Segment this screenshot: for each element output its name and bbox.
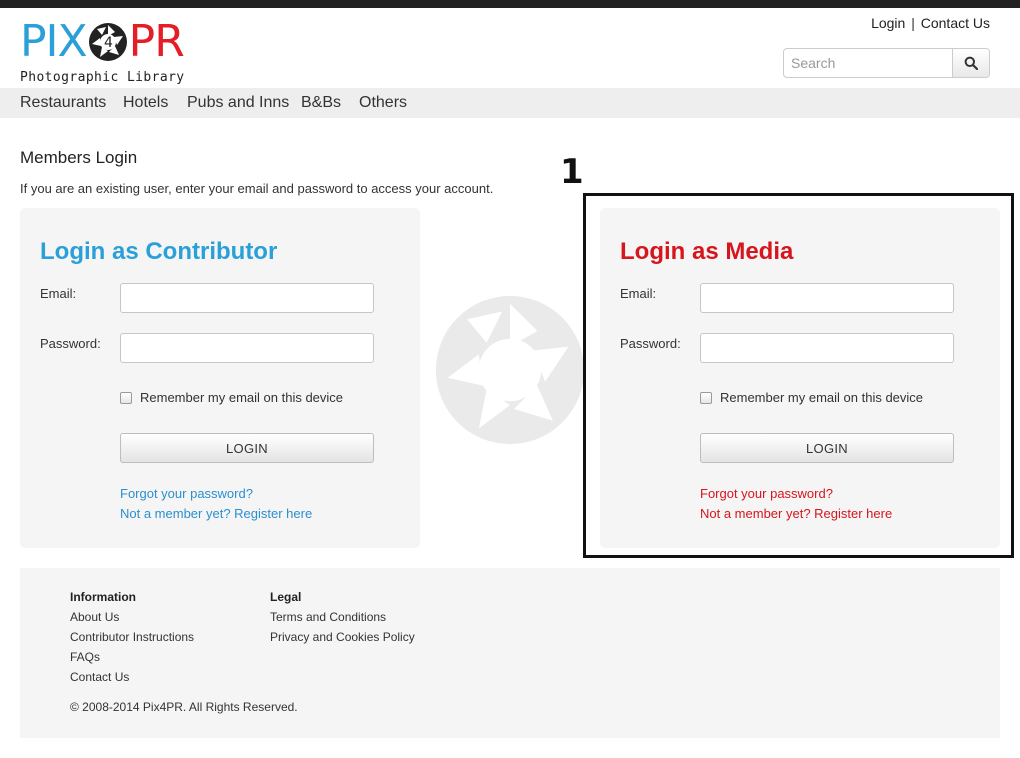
search-icon — [964, 56, 978, 70]
logo-text-pr: PR — [128, 16, 185, 67]
nav-item-restaurants[interactable]: Restaurants — [20, 94, 106, 112]
footer-link-contact-us[interactable]: Contact Us — [70, 670, 194, 690]
footer-information-heading: Information — [70, 590, 136, 604]
site-logo[interactable]: PIX 4 PR Photographic Library — [20, 16, 210, 88]
intro-text: If you are an existing user, enter your … — [20, 181, 494, 196]
aperture-icon: 4 — [88, 23, 127, 61]
contributor-email-label: Email: — [40, 286, 77, 301]
search-box — [783, 48, 990, 78]
footer-legal-heading: Legal — [270, 590, 302, 604]
nav-item-others[interactable]: Others — [359, 94, 407, 112]
footer-link-about-us[interactable]: About Us — [70, 610, 194, 630]
aperture-watermark-icon — [435, 295, 585, 445]
contributor-register-link[interactable]: Not a member yet? Register here — [120, 506, 312, 521]
contributor-forgot-password-link[interactable]: Forgot your password? — [120, 486, 253, 501]
footer: Information About Us Contributor Instruc… — [20, 568, 1000, 738]
footer-copyright: © 2008-2014 Pix4PR. All Rights Reserved. — [70, 700, 298, 714]
logo-digit: 4 — [104, 35, 113, 51]
login-link[interactable]: Login — [871, 15, 905, 31]
annotation-highlight-box — [583, 193, 1014, 558]
footer-link-terms[interactable]: Terms and Conditions — [270, 610, 415, 630]
contributor-login-button[interactable]: LOGIN — [120, 433, 374, 463]
contributor-password-field[interactable] — [120, 333, 374, 363]
contributor-login-panel: Login as Contributor Email: Password: Re… — [20, 208, 420, 548]
footer-link-privacy[interactable]: Privacy and Cookies Policy — [270, 630, 415, 650]
top-dark-bar — [0, 0, 1020, 8]
logo-text-pix: PIX — [20, 16, 88, 67]
annotation-number: 1 — [560, 152, 584, 192]
contributor-remember-label[interactable]: Remember my email on this device — [140, 390, 343, 405]
contributor-password-label: Password: — [40, 336, 101, 351]
contributor-remember-checkbox[interactable] — [120, 392, 132, 404]
contributor-heading: Login as Contributor — [40, 238, 278, 265]
footer-legal-column: Legal Terms and Conditions Privacy and C… — [270, 590, 415, 650]
search-button[interactable] — [952, 49, 989, 77]
nav-item-pubs-and-inns[interactable]: Pubs and Inns — [187, 94, 289, 112]
link-separator: | — [911, 15, 915, 31]
footer-link-faqs[interactable]: FAQs — [70, 650, 194, 670]
search-input[interactable] — [784, 49, 954, 77]
logo-subtitle: Photographic Library — [20, 70, 185, 85]
top-links: Login | Contact Us — [871, 15, 990, 31]
header: PIX 4 PR Photographic Library Login | Co… — [0, 8, 1020, 88]
page-title: Members Login — [20, 148, 138, 167]
footer-link-contributor-instructions[interactable]: Contributor Instructions — [70, 630, 194, 650]
contact-us-link[interactable]: Contact Us — [921, 15, 990, 31]
nav-item-bnbs[interactable]: B&Bs — [301, 94, 341, 112]
nav-item-hotels[interactable]: Hotels — [123, 94, 168, 112]
footer-information-column: Information About Us Contributor Instruc… — [70, 590, 194, 690]
main-nav: Restaurants Hotels Pubs and Inns B&Bs Ot… — [0, 88, 1020, 118]
contributor-email-field[interactable] — [120, 283, 374, 313]
